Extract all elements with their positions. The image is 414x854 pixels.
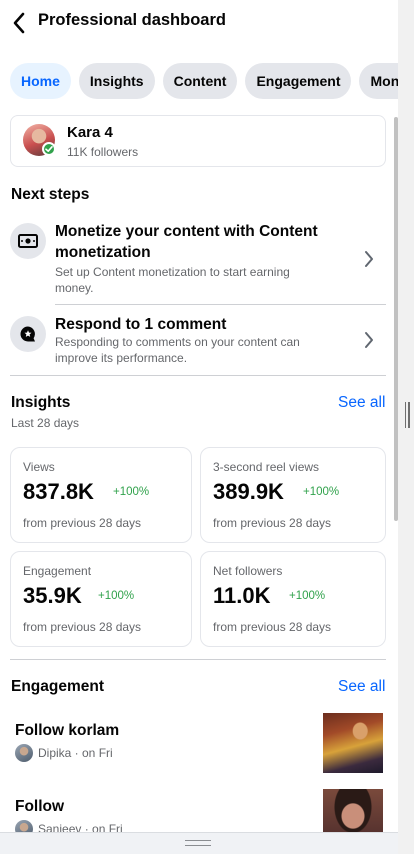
header: Professional dashboard [0, 0, 398, 46]
metric-footer: from previous 28 days [23, 620, 142, 634]
metric-value: 389.9K [213, 479, 284, 504]
insights-see-all-link[interactable]: See all [338, 394, 385, 412]
step-description: Set up Content monetization to start ear… [55, 265, 290, 295]
tab-insights[interactable]: Insights [78, 63, 155, 99]
professional-dashboard: Professional dashboard Home Insights Con… [0, 0, 398, 854]
metric-card-views[interactable]: Views 837.8K +100% from previous 28 days [10, 447, 192, 543]
metric-footer: from previous 28 days [213, 620, 332, 634]
metric-card-engagement[interactable]: Engagement 35.9K +100% from previous 28 … [10, 551, 192, 647]
metric-change: +100% [113, 486, 150, 498]
divider [55, 304, 386, 305]
metric-label: 3-second reel views [213, 460, 320, 474]
engagement-heading: Engagement [11, 678, 105, 695]
metric-label: Net followers [213, 564, 283, 578]
page-title: Professional dashboard [38, 11, 226, 29]
profile-card[interactable]: Kara 4 11K followers [10, 115, 386, 167]
back-button[interactable] [8, 10, 30, 36]
section-divider [10, 659, 386, 660]
next-steps-heading: Next steps [11, 186, 90, 203]
verified-badge-icon [42, 142, 56, 156]
step-title: Monetize your content with Content monet… [55, 223, 318, 261]
insights-heading: Insights [11, 394, 71, 411]
chevron-right-icon [362, 249, 376, 269]
engagement-title: Follow [15, 798, 65, 815]
metric-value: 11.0K [213, 583, 271, 608]
tab-monetization[interactable]: Monetization [359, 63, 398, 99]
engagement-meta: Dipika · on Fri [15, 744, 113, 762]
resize-handle-icon[interactable] [404, 402, 410, 428]
insights-period: Last 28 days [11, 416, 80, 430]
metric-card-reel-views[interactable]: 3-second reel views 389.9K +100% from pr… [200, 447, 386, 543]
metric-change: +100% [303, 486, 340, 498]
metric-label: Views [23, 460, 55, 474]
engagement-title: Follow korlam [15, 722, 120, 739]
engagement-see-all-link[interactable]: See all [338, 678, 385, 696]
metric-card-net-followers[interactable]: Net followers 11.0K +100% from previous … [200, 551, 386, 647]
tab-bar: Home Insights Content Engagement Monetiz… [10, 63, 398, 99]
profile-name: Kara 4 [67, 124, 113, 141]
follower-count: 11K followers [67, 145, 139, 159]
metric-value: 35.9K [23, 583, 82, 608]
metric-footer: from previous 28 days [23, 516, 142, 530]
chevron-left-icon [13, 12, 25, 34]
metric-change: +100% [98, 590, 135, 602]
metric-footer: from previous 28 days [213, 516, 332, 530]
section-divider [10, 375, 386, 376]
avatar [15, 744, 33, 762]
metric-change: +100% [289, 590, 326, 602]
step-title: Respond to 1 comment [55, 316, 227, 333]
money-icon [10, 223, 46, 259]
step-respond-comment[interactable]: Respond to 1 comment Responding to comme… [10, 314, 386, 370]
step-description: Responding to comments on your content c… [55, 335, 300, 365]
engagement-item[interactable]: Follow korlam Dipika · on Fri [15, 713, 385, 773]
tab-home[interactable]: Home [10, 63, 71, 99]
tab-content[interactable]: Content [162, 63, 238, 99]
chevron-right-icon [362, 330, 376, 350]
tab-engagement[interactable]: Engagement [245, 63, 352, 99]
drag-grip-icon[interactable] [185, 840, 211, 846]
metric-label: Engagement [23, 564, 92, 578]
post-thumbnail[interactable] [323, 713, 383, 773]
engagement-meta-text: Dipika · on Fri [38, 746, 113, 760]
metric-value: 837.8K [23, 479, 94, 504]
comment-star-icon [10, 316, 46, 352]
step-monetize[interactable]: Monetize your content with Content monet… [10, 221, 386, 299]
